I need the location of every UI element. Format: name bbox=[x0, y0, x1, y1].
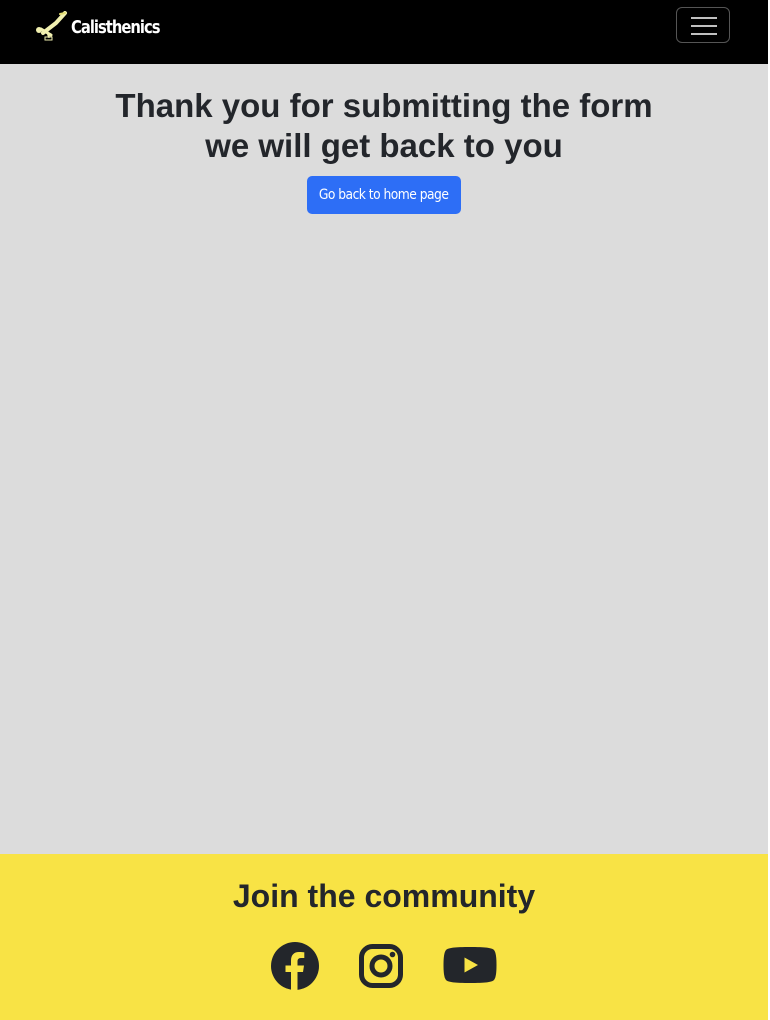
hamburger-menu-icon-bar bbox=[691, 33, 717, 35]
calisthenics-logo-icon bbox=[36, 11, 67, 41]
brand-link[interactable]: Calisthenics bbox=[34, 10, 179, 44]
footer-title: Join the community bbox=[232, 878, 536, 914]
footer: Join the community bbox=[0, 854, 768, 1020]
youtube-link[interactable] bbox=[443, 946, 497, 984]
page: Calisthenics Thank you for submitting th… bbox=[0, 0, 768, 1020]
brand-name: Calisthenics bbox=[71, 16, 161, 38]
go-home-button-label: Go back to home page bbox=[319, 187, 449, 203]
facebook-link[interactable] bbox=[270, 941, 320, 991]
go-home-button[interactable]: Go back to home page bbox=[307, 176, 461, 214]
facebook-icon bbox=[271, 942, 319, 990]
navbar-toggle-button[interactable] bbox=[676, 7, 730, 43]
confirmation-heading: Thank you for submitting the form we wil… bbox=[0, 86, 768, 166]
instagram-link[interactable] bbox=[359, 944, 403, 988]
hamburger-menu-icon bbox=[691, 17, 717, 19]
confirmation-heading-line2: we will get back to you bbox=[205, 127, 563, 164]
confirmation-heading-line1: Thank you for submitting the form bbox=[115, 87, 653, 124]
youtube-icon bbox=[443, 947, 497, 983]
hamburger-menu-icon-bar bbox=[691, 25, 717, 27]
instagram-icon bbox=[359, 944, 403, 988]
navbar: Calisthenics bbox=[0, 0, 768, 64]
